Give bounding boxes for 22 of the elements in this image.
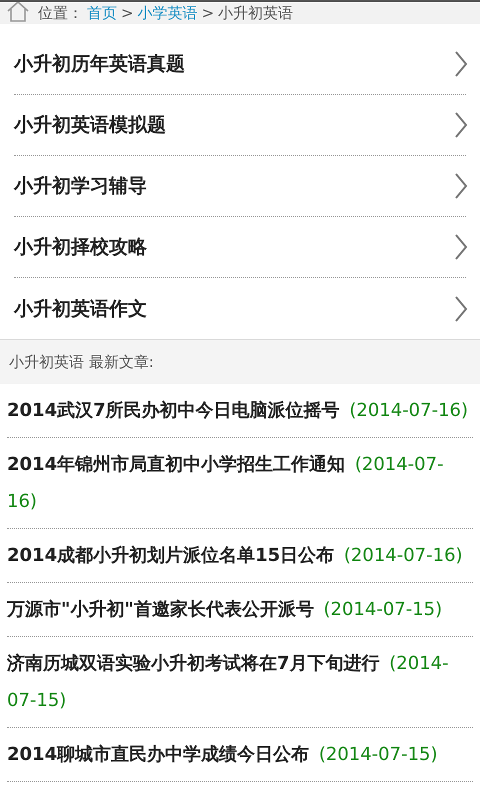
category-item[interactable]: 小升初历年英语真题 bbox=[14, 34, 466, 95]
breadcrumb-separator: > bbox=[202, 3, 214, 23]
article-link[interactable]: 济南历城双语实验小升初考试将在7月下旬进行 (2014-07-15) bbox=[7, 637, 473, 728]
category-item[interactable]: 小升初英语作文 bbox=[14, 278, 466, 339]
article-link[interactable]: 万源市"小升初"首邀家长代表公开派号 (2014-07-15) bbox=[7, 583, 473, 637]
breadcrumb-separator: > bbox=[121, 3, 134, 23]
home-icon[interactable] bbox=[6, 2, 30, 22]
breadcrumb-label: 位置： bbox=[38, 3, 83, 23]
section-header: 小升初英语 最新文章: bbox=[0, 339, 480, 384]
article-link[interactable]: 2014年锦州市局直初中小学招生工作通知 (2014-07-16) bbox=[7, 438, 473, 529]
category-item[interactable]: 小升初择校攻略 bbox=[14, 217, 466, 278]
chevron-right-icon bbox=[454, 234, 468, 260]
article-link[interactable]: 2014武汉7所民办初中今日电脑派位摇号 (2014-07-16) bbox=[7, 384, 473, 438]
article-link[interactable]: 2014聊城市直民办中学成绩今日公布 (2014-07-15) bbox=[7, 728, 473, 782]
chevron-right-icon bbox=[454, 296, 468, 322]
breadcrumb-current: 小升初英语 bbox=[218, 3, 294, 23]
category-item[interactable]: 小升初英语模拟题 bbox=[14, 95, 466, 156]
chevron-right-icon bbox=[454, 173, 468, 199]
category-item[interactable]: 小升初学习辅导 bbox=[14, 156, 466, 217]
chevron-right-icon bbox=[454, 51, 468, 77]
chevron-right-icon bbox=[454, 112, 468, 138]
article-link[interactable]: 2014成都小升初划片派位名单15日公布 (2014-07-16) bbox=[7, 529, 473, 583]
